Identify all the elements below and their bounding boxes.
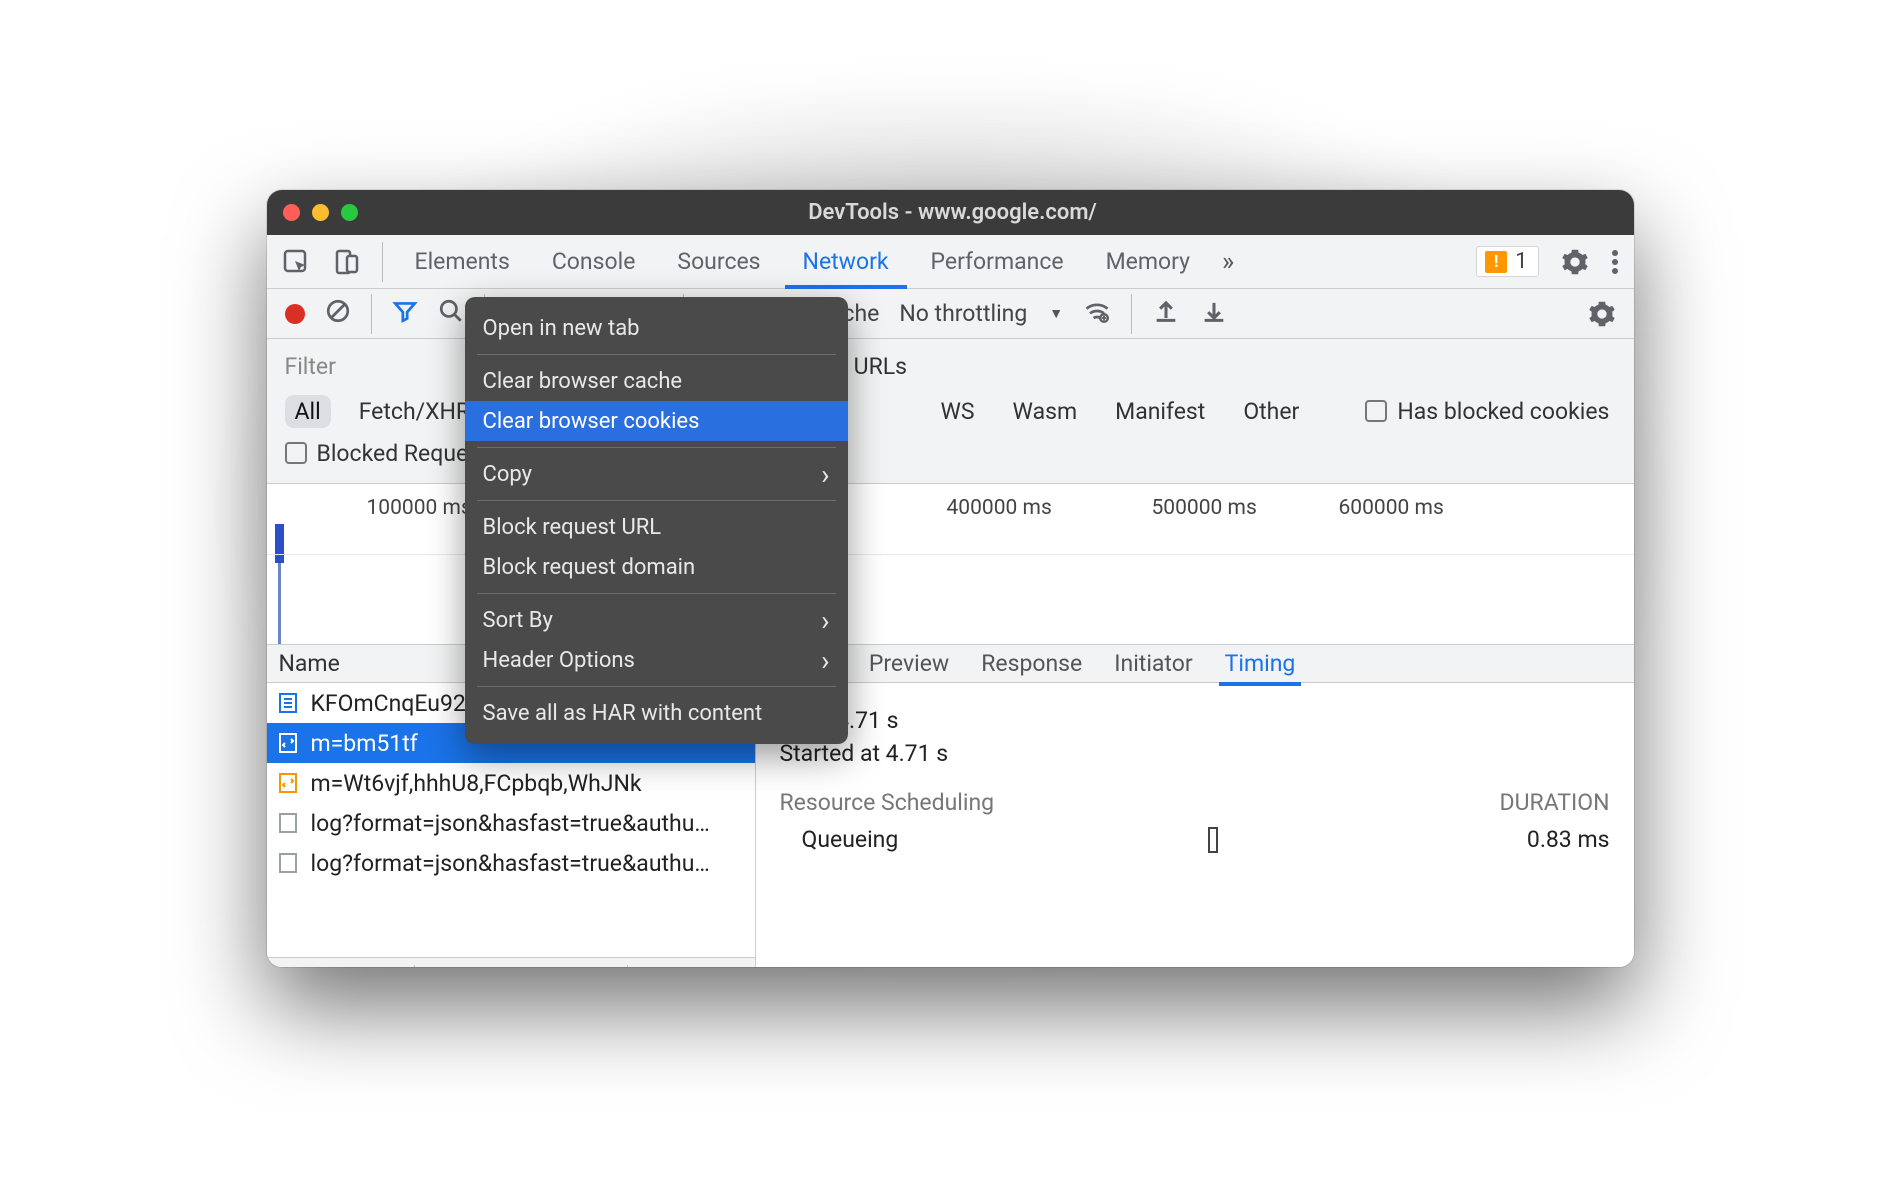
- request-name: log?format=json&hasfast=true&authu…: [311, 850, 710, 877]
- timeline-tick: 600000 ms: [1339, 496, 1444, 520]
- menu-save-as-har[interactable]: Save all as HAR with content: [465, 693, 848, 733]
- window-controls: [283, 204, 358, 221]
- request-details: aders Preview Response Initiator Timing …: [756, 645, 1634, 967]
- devtools-window: DevTools - www.google.com/ Elements Cons…: [267, 190, 1634, 967]
- detail-tab-timing[interactable]: Timing: [1225, 650, 1296, 677]
- menu-block-request-url[interactable]: Block request URL: [465, 507, 848, 547]
- request-name: log?format=json&hasfast=true&authu…: [311, 810, 710, 837]
- status-transferred: 929 kB transferred: [414, 965, 627, 967]
- panel-tabbar: Elements Console Sources Network Perform…: [267, 235, 1634, 289]
- network-conditions-icon[interactable]: [1083, 297, 1111, 331]
- throttling-select[interactable]: No throttling▼: [899, 300, 1063, 327]
- tab-sources[interactable]: Sources: [667, 248, 770, 275]
- status-bar: 49 requests 929 kB transferred 2.5 ME: [267, 957, 755, 967]
- request-row[interactable]: log?format=json&hasfast=true&authu…: [267, 803, 755, 843]
- filter-input[interactable]: Filter: [285, 353, 336, 380]
- more-menu-icon[interactable]: [1611, 248, 1619, 276]
- queued-at: ed at 4.71 s: [780, 707, 1610, 734]
- blocked-requests-checkbox[interactable]: Blocked Reques: [285, 440, 481, 467]
- file-icon: [277, 812, 299, 834]
- network-settings-gear-icon[interactable]: [1588, 300, 1616, 328]
- settings-gear-icon[interactable]: [1561, 248, 1589, 276]
- more-tabs-icon[interactable]: »: [1222, 247, 1234, 277]
- window-title: DevTools - www.google.com/: [358, 200, 1548, 225]
- file-icon: [277, 772, 299, 794]
- timeline-tick: 500000 ms: [1152, 496, 1257, 520]
- resource-scheduling-label: Resource Scheduling: [780, 789, 995, 816]
- request-row[interactable]: m=Wt6vjf,hhhU8,FCpbqb,WhJNk: [267, 763, 755, 803]
- file-icon: [277, 852, 299, 874]
- menu-open-in-new-tab[interactable]: Open in new tab: [465, 308, 848, 348]
- tab-network[interactable]: Network: [793, 248, 899, 275]
- filter-other[interactable]: Other: [1233, 395, 1309, 428]
- status-requests: 49 requests: [267, 965, 414, 967]
- menu-clear-browser-cookies[interactable]: Clear browser cookies: [465, 401, 848, 441]
- queueing-value: 0.83 ms: [1527, 826, 1610, 853]
- export-har-icon[interactable]: [1200, 297, 1228, 331]
- clear-icon[interactable]: [325, 298, 351, 330]
- titlebar: DevTools - www.google.com/: [267, 190, 1634, 235]
- request-name: KFOmCnqEu92r: [311, 690, 474, 717]
- timeline-tick: 400000 ms: [947, 496, 1052, 520]
- filter-ws[interactable]: WS: [930, 395, 984, 428]
- timeline-tick: 100000 ms: [367, 496, 472, 520]
- tab-console[interactable]: Console: [542, 248, 646, 275]
- import-har-icon[interactable]: [1152, 297, 1180, 331]
- file-icon: [277, 692, 299, 714]
- close-window-button[interactable]: [283, 204, 300, 221]
- menu-block-request-domain[interactable]: Block request domain: [465, 547, 848, 587]
- request-name: m=bm51tf: [311, 730, 418, 757]
- minimize-window-button[interactable]: [312, 204, 329, 221]
- request-row[interactable]: log?format=json&hasfast=true&authu…: [267, 843, 755, 883]
- menu-clear-browser-cache[interactable]: Clear browser cache: [465, 361, 848, 401]
- tab-performance[interactable]: Performance: [921, 248, 1074, 275]
- filter-wasm[interactable]: Wasm: [1003, 395, 1088, 428]
- detail-tab-response[interactable]: Response: [981, 650, 1082, 677]
- detail-tab-preview[interactable]: Preview: [869, 650, 949, 677]
- filter-icon[interactable]: [392, 298, 418, 330]
- zoom-window-button[interactable]: [341, 204, 358, 221]
- file-icon: [277, 732, 299, 754]
- warning-icon: !: [1485, 251, 1507, 273]
- filter-fetchxhr[interactable]: Fetch/XHR: [349, 395, 480, 428]
- timeline-cursor: [278, 524, 281, 644]
- status-resources: 2.5 ME: [627, 965, 728, 967]
- record-button[interactable]: [285, 304, 305, 324]
- request-name: m=Wt6vjf,hhhU8,FCpbqb,WhJNk: [311, 770, 642, 797]
- duration-header: DURATION: [1500, 789, 1610, 816]
- filter-manifest[interactable]: Manifest: [1105, 395, 1215, 428]
- menu-copy[interactable]: Copy: [465, 454, 848, 494]
- search-icon[interactable]: [438, 298, 464, 330]
- tab-elements[interactable]: Elements: [405, 248, 520, 275]
- inspect-icon[interactable]: [282, 248, 310, 276]
- queueing-label: Queueing: [780, 826, 899, 853]
- queueing-bar: [1208, 827, 1218, 853]
- chevron-down-icon: ▼: [1049, 305, 1063, 322]
- started-at: Started at 4.71 s: [780, 740, 1610, 767]
- menu-sort-by[interactable]: Sort By: [465, 600, 848, 640]
- device-toolbar-icon[interactable]: [332, 248, 360, 276]
- filter-all[interactable]: All: [285, 395, 331, 428]
- context-menu: Open in new tab Clear browser cache Clea…: [465, 297, 848, 744]
- has-blocked-cookies-checkbox[interactable]: Has blocked cookies: [1365, 398, 1609, 425]
- issues-badge[interactable]: ! 1: [1476, 246, 1538, 277]
- menu-header-options[interactable]: Header Options: [465, 640, 848, 680]
- tab-memory[interactable]: Memory: [1096, 248, 1200, 275]
- issues-count: 1: [1515, 249, 1527, 274]
- detail-tab-initiator[interactable]: Initiator: [1114, 650, 1192, 677]
